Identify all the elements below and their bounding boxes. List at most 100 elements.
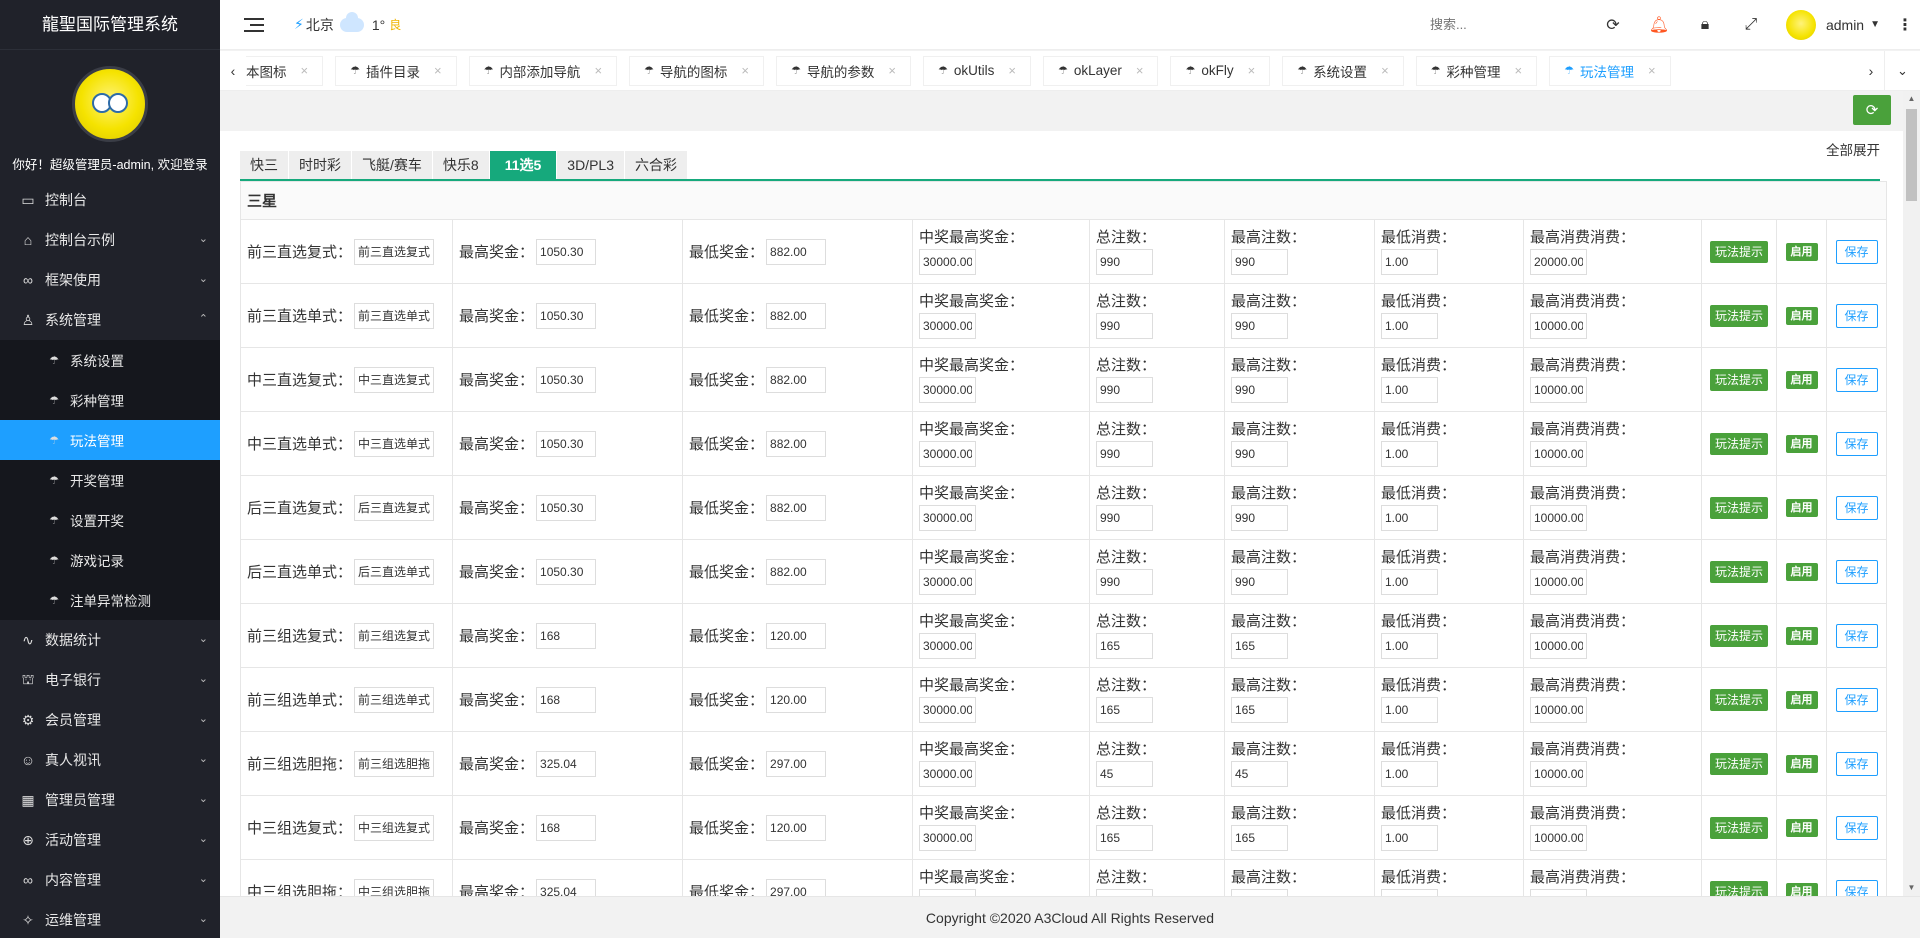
- enable-button[interactable]: 启用: [1785, 627, 1818, 645]
- min-spend-input[interactable]: [1381, 441, 1438, 467]
- scroll-thumb[interactable]: [1906, 109, 1917, 201]
- tabs-dropdown-icon[interactable]: ⌄: [1884, 51, 1920, 90]
- search-input[interactable]: [1429, 9, 1570, 40]
- max-bets-input[interactable]: [1231, 569, 1288, 595]
- max-spend-input[interactable]: [1530, 761, 1587, 787]
- save-button[interactable]: 保存: [1835, 239, 1878, 264]
- close-icon[interactable]: ×: [1008, 63, 1016, 78]
- min-prize-input[interactable]: [766, 366, 827, 393]
- sidebar-item-items2-6[interactable]: ∞ 内容管理 ⌄: [0, 860, 220, 900]
- min-spend-input[interactable]: [1381, 761, 1438, 787]
- enable-button[interactable]: 启用: [1785, 435, 1818, 453]
- close-icon[interactable]: ×: [1515, 63, 1523, 78]
- max-prize-input[interactable]: [536, 558, 597, 585]
- page-tab-9[interactable]: ☂ 彩种管理 ×: [1415, 55, 1538, 86]
- close-icon[interactable]: ×: [741, 63, 749, 78]
- sidebar-item-items2-4[interactable]: ▦ 管理员管理 ⌄: [0, 780, 220, 820]
- max-bets-input[interactable]: [1231, 825, 1288, 851]
- min-spend-input[interactable]: [1381, 569, 1438, 595]
- min-prize-input[interactable]: [766, 750, 827, 777]
- min-prize-input[interactable]: [766, 494, 827, 521]
- enable-button[interactable]: 启用: [1785, 755, 1818, 773]
- page-tab-8[interactable]: ☂ 系统设置 ×: [1282, 55, 1404, 86]
- play-tip-button[interactable]: 玩法提示: [1709, 432, 1768, 455]
- enable-button[interactable]: 启用: [1785, 563, 1818, 581]
- bell-icon[interactable]: 🔔︎: [1636, 0, 1682, 50]
- close-icon[interactable]: ×: [1381, 63, 1389, 78]
- min-spend-input[interactable]: [1381, 889, 1438, 896]
- play-tip-button[interactable]: 玩法提示: [1709, 304, 1768, 327]
- sidebar-item-items2-2[interactable]: ⚙ 会员管理 ⌄: [0, 700, 220, 740]
- page-tab-10[interactable]: ☂ 玩法管理 ×: [1549, 55, 1671, 86]
- max-prize-input[interactable]: [536, 686, 597, 713]
- save-button[interactable]: 保存: [1835, 687, 1878, 712]
- close-icon[interactable]: ×: [434, 63, 442, 78]
- max-spend-input[interactable]: [1530, 633, 1587, 659]
- win-max-input[interactable]: [919, 569, 976, 595]
- save-button[interactable]: 保存: [1835, 879, 1878, 896]
- sidebar-item-items2-1[interactable]: ⛫ 电子银行 ⌄: [0, 660, 220, 700]
- close-icon[interactable]: ×: [301, 63, 309, 78]
- play-tip-button[interactable]: 玩法提示: [1709, 880, 1768, 896]
- sidebar-item-sub-subitems-6[interactable]: ☂ 注单异常检测: [0, 580, 220, 620]
- close-icon[interactable]: ×: [594, 63, 602, 78]
- total-bets-input[interactable]: [1096, 249, 1153, 275]
- play-tip-button[interactable]: 玩法提示: [1709, 688, 1768, 711]
- max-spend-input[interactable]: [1530, 505, 1587, 531]
- sidebar-item-sub-subitems-0[interactable]: ☂ 系统设置: [0, 340, 220, 380]
- max-prize-input[interactable]: [536, 878, 597, 896]
- min-prize-input[interactable]: [766, 238, 827, 265]
- min-spend-input[interactable]: [1381, 249, 1438, 275]
- total-bets-input[interactable]: [1096, 825, 1153, 851]
- max-prize-input[interactable]: [536, 430, 597, 457]
- save-button[interactable]: 保存: [1835, 367, 1878, 392]
- max-bets-input[interactable]: [1231, 761, 1288, 787]
- min-spend-input[interactable]: [1381, 633, 1438, 659]
- page-tab-4[interactable]: ☂ 导航的参数 ×: [776, 55, 911, 86]
- page-tab-2[interactable]: ☂ 内部添加导航 ×: [468, 55, 618, 86]
- play-tip-button[interactable]: 玩法提示: [1709, 368, 1768, 391]
- page-tab-5[interactable]: ☂ okUtils ×: [922, 55, 1031, 86]
- save-button[interactable]: 保存: [1835, 751, 1878, 776]
- page-tab-6[interactable]: ☂ okLayer ×: [1042, 55, 1159, 86]
- max-bets-input[interactable]: [1231, 441, 1288, 467]
- lottery-tab-0[interactable]: 快三: [240, 151, 288, 179]
- max-prize-input[interactable]: [536, 622, 597, 649]
- total-bets-input[interactable]: [1096, 505, 1153, 531]
- sidebar-item-items2-5[interactable]: ⊕ 活动管理 ⌄: [0, 820, 220, 860]
- play-code-input[interactable]: [354, 238, 435, 265]
- tabs-right-arrow-icon[interactable]: ›: [1858, 51, 1884, 90]
- save-button[interactable]: 保存: [1835, 623, 1878, 648]
- lottery-tab-4[interactable]: 11选5: [489, 151, 557, 179]
- max-prize-input[interactable]: [536, 366, 597, 393]
- sidebar-item-items2-3[interactable]: ☺ 真人视讯 ⌄: [0, 740, 220, 780]
- max-bets-input[interactable]: [1231, 633, 1288, 659]
- max-spend-input[interactable]: [1530, 249, 1587, 275]
- play-code-input[interactable]: [354, 366, 435, 393]
- menu-toggle-icon[interactable]: [244, 17, 264, 32]
- play-code-input[interactable]: [354, 814, 435, 841]
- win-max-input[interactable]: [919, 441, 976, 467]
- win-max-input[interactable]: [919, 313, 976, 339]
- sidebar-item-sub-subitems-2[interactable]: ☂ 玩法管理: [0, 420, 220, 460]
- sidebar-item-sub-subitems-1[interactable]: ☂ 彩种管理: [0, 380, 220, 420]
- save-button[interactable]: 保存: [1835, 495, 1878, 520]
- lottery-tab-3[interactable]: 快乐8: [432, 151, 489, 179]
- total-bets-input[interactable]: [1096, 697, 1153, 723]
- tabs-left-arrow-icon[interactable]: ‹: [220, 51, 246, 90]
- max-bets-input[interactable]: [1231, 249, 1288, 275]
- max-spend-input[interactable]: [1530, 441, 1587, 467]
- sidebar-item-items-1[interactable]: ⌂ 控制台示例 ⌄: [0, 220, 220, 260]
- min-prize-input[interactable]: [766, 302, 827, 329]
- max-spend-input[interactable]: [1530, 825, 1587, 851]
- play-tip-button[interactable]: 玩法提示: [1709, 624, 1768, 647]
- min-prize-input[interactable]: [766, 878, 827, 896]
- win-max-input[interactable]: [919, 889, 976, 896]
- win-max-input[interactable]: [919, 377, 976, 403]
- play-tip-button[interactable]: 玩法提示: [1709, 560, 1768, 583]
- lottery-tab-5[interactable]: 3D/PL3: [557, 151, 624, 179]
- max-prize-input[interactable]: [536, 814, 597, 841]
- min-prize-input[interactable]: [766, 622, 827, 649]
- win-max-input[interactable]: [919, 697, 976, 723]
- save-button[interactable]: 保存: [1835, 559, 1878, 584]
